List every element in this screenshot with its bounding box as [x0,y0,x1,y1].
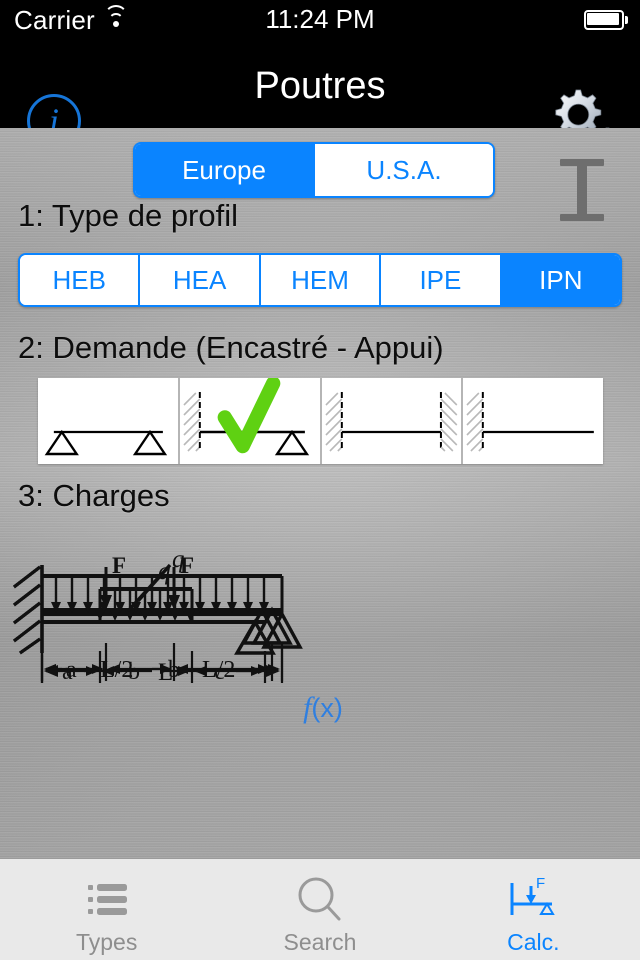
step-1-title: 1: Type de profil [18,198,239,233]
segment-ipn[interactable]: IPN [499,255,620,305]
charge-uniform-load-partial[interactable]: q a b c [0,523,320,688]
step-3-title: 3: Charges [18,478,170,513]
profile-type-segmented-control[interactable]: HEB HEA HEM IPE IPN [18,253,622,307]
fx-label: f(x) [288,692,358,724]
segment-hem[interactable]: HEM [258,255,380,305]
demand-cell-fixed-fixed[interactable] [319,378,462,464]
selected-check-icon [217,378,281,454]
load-label-q: q [158,558,171,585]
segment-hea[interactable]: HEA [138,255,259,305]
segment-usa[interactable]: U.S.A. [313,144,493,196]
tab-label-search: Search [283,929,357,955]
demand-cell-cantilever[interactable] [461,378,603,464]
app-root: Carrier 11:24 PM i Poutres Europe U.S.A.… [0,0,640,960]
list-icon [74,873,140,927]
tab-calc[interactable]: F Calc. [427,859,640,960]
main-content: Europe U.S.A. 1: Type de profil HEB HEA … [0,128,640,858]
navigation-bar: i Poutres [0,40,640,158]
tab-label-types: Types [75,929,138,955]
status-bar: Carrier 11:24 PM [0,0,640,40]
segment-europe[interactable]: Europe [135,144,313,196]
demand-cell-fixed-pinned[interactable] [177,378,320,464]
i-beam-profile-icon [554,150,610,230]
dim-label: c [214,659,225,685]
step-2-title: 2: Demande (Encastré - Appui) [18,330,444,365]
clock-label: 11:24 PM [265,4,375,34]
tab-types[interactable]: Types [0,859,213,960]
dim-label: a [62,659,73,685]
tab-bar: Types Search F Calc. [0,858,640,960]
demand-selector[interactable] [38,378,603,464]
search-icon [287,873,353,927]
demand-cell-simple-support[interactable] [38,378,178,464]
charges-selector: F L/2 L/2 [0,523,640,858]
dim-label: b [128,659,140,685]
svg-text:F: F [536,875,545,892]
fx-label-x: (x) [311,693,343,723]
battery-full-icon [584,10,628,30]
segment-heb[interactable]: HEB [20,255,139,305]
segment-ipe[interactable]: IPE [379,255,500,305]
beam-calc-icon: F [500,873,566,927]
region-segmented-control[interactable]: Europe U.S.A. [133,142,495,198]
tab-label-calc: Calc. [507,929,560,955]
tab-search[interactable]: Search [213,859,426,960]
